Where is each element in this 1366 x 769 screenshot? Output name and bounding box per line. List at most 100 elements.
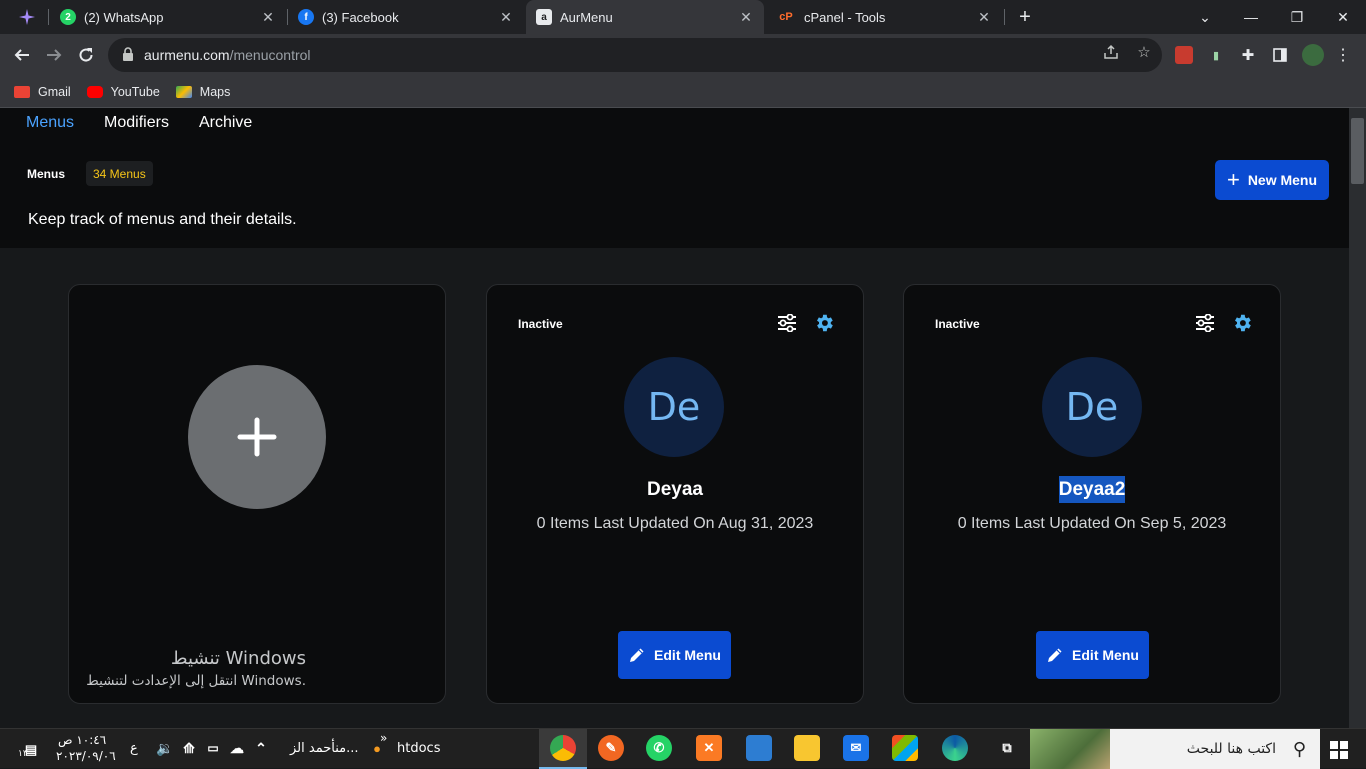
windows-activation-watermark: تنشيط Windows انتقل إلى الإعدادت لتنشيط … [86,648,306,689]
bookmarks-bar: Gmail YouTube Maps [0,76,1366,108]
new-menu-button[interactable]: + New Menu [1215,160,1329,200]
close-icon[interactable]: ✕ [976,9,992,26]
language-indicator[interactable]: ع [130,741,138,756]
gear-icon[interactable] [1231,312,1253,334]
search-icon: ⚲ [1292,739,1306,760]
pencil-icon [1048,648,1062,662]
lock-icon[interactable] [122,46,134,64]
clock-date[interactable]: ٢٠٢٣/٠٩/٠٦ [56,749,116,763]
avatar: De [1042,357,1142,457]
task-view-icon[interactable]: ⧉ [994,735,1020,761]
edge-icon[interactable] [942,735,968,761]
extension-red-icon[interactable] [1175,46,1193,64]
profile-avatar[interactable] [1302,44,1324,66]
page-content: Menus Modifiers Archive Menus 34 Menus K… [0,108,1349,728]
browser-toolbar: aurmenu.com/menucontrol ☆ ▮ ✚ ⋮ [0,34,1366,76]
computer-icon[interactable] [746,735,772,761]
file-explorer-icon[interactable] [794,735,820,761]
search-highlight-image [1030,729,1110,769]
menu-meta: 0 Items Last Updated On Aug 31, 2023 [536,515,814,532]
bookmark-gmail[interactable]: Gmail [14,85,71,99]
add-menu-card[interactable] [68,284,446,704]
tab-aurmenu[interactable]: a AurMenu ✕ [526,0,764,34]
page-tagline: Keep track of menus and their details. [28,211,297,228]
xampp-icon[interactable]: ✕ [696,735,722,761]
close-icon[interactable]: ✕ [498,9,514,26]
store-icon[interactable] [892,735,918,761]
windows-taskbar: ▤ ١٣ ١٠:٤٦ ص ٢٠٢٣/٠٩/٠٦ ع 🔉 ⟰ ▭ ☁ ⌃ منأح… [0,728,1366,769]
tab-list-chevron-down-icon[interactable]: ⌄ [1182,0,1228,34]
menu-name: Deyaa2 [904,476,1280,503]
gear-icon[interactable] [813,312,835,334]
nav-tab-menus[interactable]: Menus [26,114,74,132]
chevron-up-icon[interactable]: ⌃ [248,735,274,761]
tab-facebook[interactable]: f (3) Facebook ✕ [288,0,524,34]
wifi-icon[interactable]: ⟰ [176,735,202,761]
side-panel-icon[interactable] [1271,46,1289,64]
edit-menu-button[interactable]: Edit Menu [618,631,731,679]
sliders-icon[interactable] [777,314,797,332]
back-arrow-icon[interactable] [8,41,36,69]
add-menu-plus-icon[interactable] [188,365,326,509]
clock-time[interactable]: ١٠:٤٦ ص [58,733,106,747]
whatsapp-icon[interactable]: ✆ [646,735,672,761]
tab-whatsapp[interactable]: 2 (2) WhatsApp ✕ [50,0,286,34]
forward-arrow-icon[interactable] [40,41,68,69]
pencil-icon [630,648,644,662]
volume-icon[interactable]: 🔉 [152,735,178,761]
taskbar-search-input[interactable]: اكتب هنا للبحث ⚲ [1030,729,1320,769]
menu-meta: 0 Items Last Updated On Sep 5, 2023 [957,515,1227,532]
whatsapp-icon: 2 [60,9,76,25]
restore-button[interactable]: ❐ [1274,0,1320,34]
close-icon[interactable]: ✕ [738,9,754,26]
edit-menu-button[interactable]: Edit Menu [1036,631,1149,679]
gmail-icon [14,85,30,98]
url-host: aurmenu.com [144,47,230,63]
cloud-icon[interactable]: ☁ [224,735,250,761]
menu-card: Inactive De Deyaa2 0 Items Last Updated … [903,284,1281,704]
plus-icon: + [1226,167,1240,192]
tab-search-icon[interactable] [4,0,50,34]
bookmark-star-icon[interactable]: ☆ [1135,43,1153,61]
bookmark-youtube[interactable]: YouTube [86,85,160,99]
sliders-icon[interactable] [1195,314,1215,332]
close-window-button[interactable]: ✕ [1320,0,1366,34]
youtube-icon [86,85,103,98]
taskbar-window-htdocs[interactable]: htdocs [397,741,440,756]
cpanel-icon: cP [779,11,793,23]
minimize-button[interactable]: — [1228,0,1274,34]
menus-count-badge: 34 Menus [86,161,153,186]
taskbar-window-user[interactable]: منأحمد الز... [290,741,359,756]
facebook-icon: f [298,9,314,25]
page-scrollbar[interactable] [1349,108,1366,728]
postman-icon[interactable]: ✎ [598,735,624,761]
menu-card: Inactive De Deyaa 0 Items Last Updated O… [486,284,864,704]
windows-start-icon[interactable] [1330,741,1348,759]
chrome-icon[interactable] [550,735,576,761]
address-bar[interactable]: aurmenu.com/menucontrol [108,38,1162,72]
close-icon[interactable]: ✕ [260,9,276,26]
menu-name: Deyaa [647,479,703,500]
battery-icon[interactable]: ▭ [200,735,226,761]
extensions-puzzle-icon[interactable]: ✚ [1239,46,1257,64]
double-chevron-icon[interactable]: » [380,731,387,745]
status-badge: Inactive [518,317,563,331]
page-title: Menus [27,167,66,181]
share-icon[interactable] [1102,43,1120,61]
aurmenu-icon: a [536,9,552,25]
extension-green-icon[interactable]: ▮ [1207,46,1225,64]
reload-icon[interactable] [72,41,100,69]
nav-tab-archive[interactable]: Archive [199,114,252,132]
mail-icon[interactable]: ✉ [843,735,869,761]
more-menu-icon[interactable]: ⋮ [1334,46,1352,64]
bookmark-maps[interactable]: Maps [175,85,230,99]
new-tab-button[interactable]: + [1004,0,1046,34]
page-header: Menus Modifiers Archive Menus 34 Menus K… [0,108,1349,248]
status-badge: Inactive [935,317,980,331]
avatar: De [624,357,724,457]
tab-cpanel[interactable]: cP cPanel - Tools ✕ [766,0,1002,34]
sub-navigation: Menus Modifiers Archive [26,114,282,132]
nav-tab-modifiers[interactable]: Modifiers [104,114,169,132]
browser-tab-strip: 2 (2) WhatsApp ✕ f (3) Facebook ✕ a AurM… [0,0,1366,34]
url-path: /menucontrol [229,47,311,63]
